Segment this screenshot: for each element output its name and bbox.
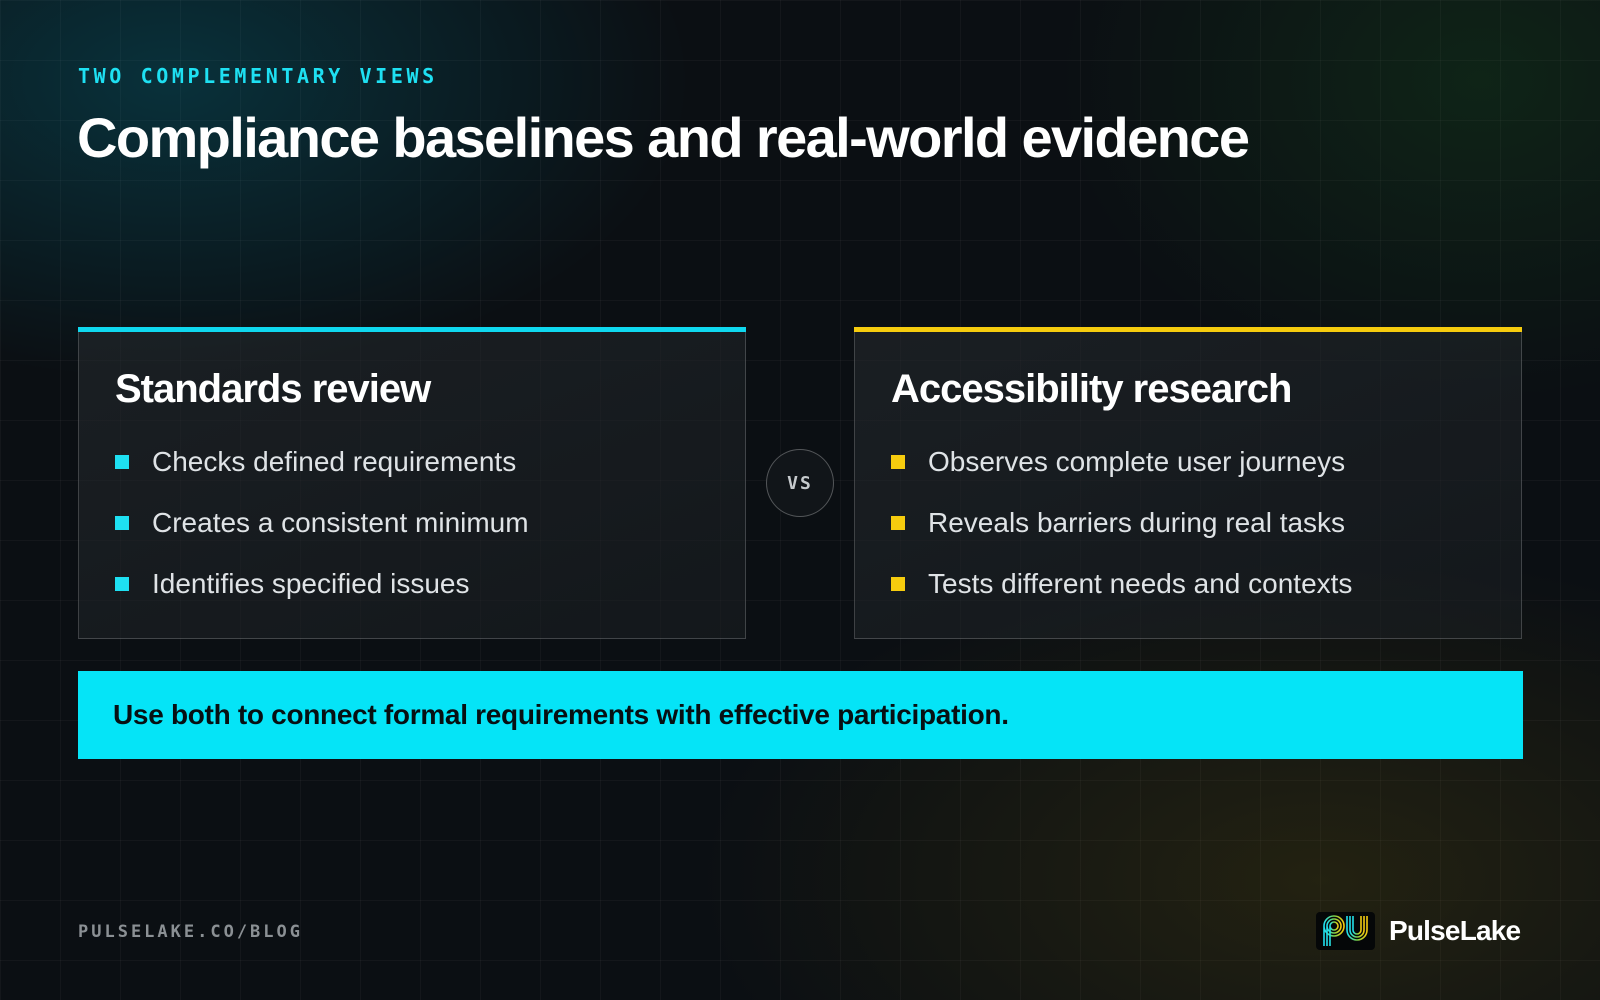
brand-name: PulseLake (1389, 915, 1521, 946)
square-bullet-icon (115, 516, 129, 530)
pulselake-logo-icon (1316, 912, 1375, 950)
callout-banner: Use both to connect formal requirements … (78, 671, 1523, 759)
square-bullet-icon (115, 577, 129, 591)
card-accent-bar (78, 327, 746, 332)
callout-text: Use both to connect formal requirements … (113, 699, 1009, 730)
list-item-text: Checks defined requirements (152, 446, 517, 477)
vs-badge: VS (766, 449, 834, 517)
list-item-text: Identifies specified issues (152, 568, 470, 599)
list-item-text: Observes complete user journeys (928, 446, 1346, 477)
list-item-text: Creates a consistent minimum (152, 507, 529, 538)
page-title: Compliance baselines and real-world evid… (77, 106, 1250, 169)
accessibility-research-card: Accessibility research Observes complete… (854, 327, 1522, 639)
square-bullet-icon (891, 577, 905, 591)
square-bullet-icon (891, 455, 905, 469)
card-title: Standards review (115, 367, 431, 411)
square-bullet-icon (115, 455, 129, 469)
list-item-text: Tests different needs and contexts (928, 568, 1353, 599)
standards-review-card: Standards review Checks defined requirem… (78, 327, 746, 639)
footer-url[interactable]: PULSELAKE.CO/BLOG (78, 922, 303, 942)
card-title: Accessibility research (891, 367, 1292, 411)
section-eyebrow: TWO COMPLEMENTARY VIEWS (78, 64, 438, 88)
square-bullet-icon (891, 516, 905, 530)
list-item-text: Reveals barriers during real tasks (928, 507, 1346, 538)
card-accent-bar (854, 327, 1522, 332)
brand-lockup[interactable]: PulseLake (1316, 912, 1521, 950)
